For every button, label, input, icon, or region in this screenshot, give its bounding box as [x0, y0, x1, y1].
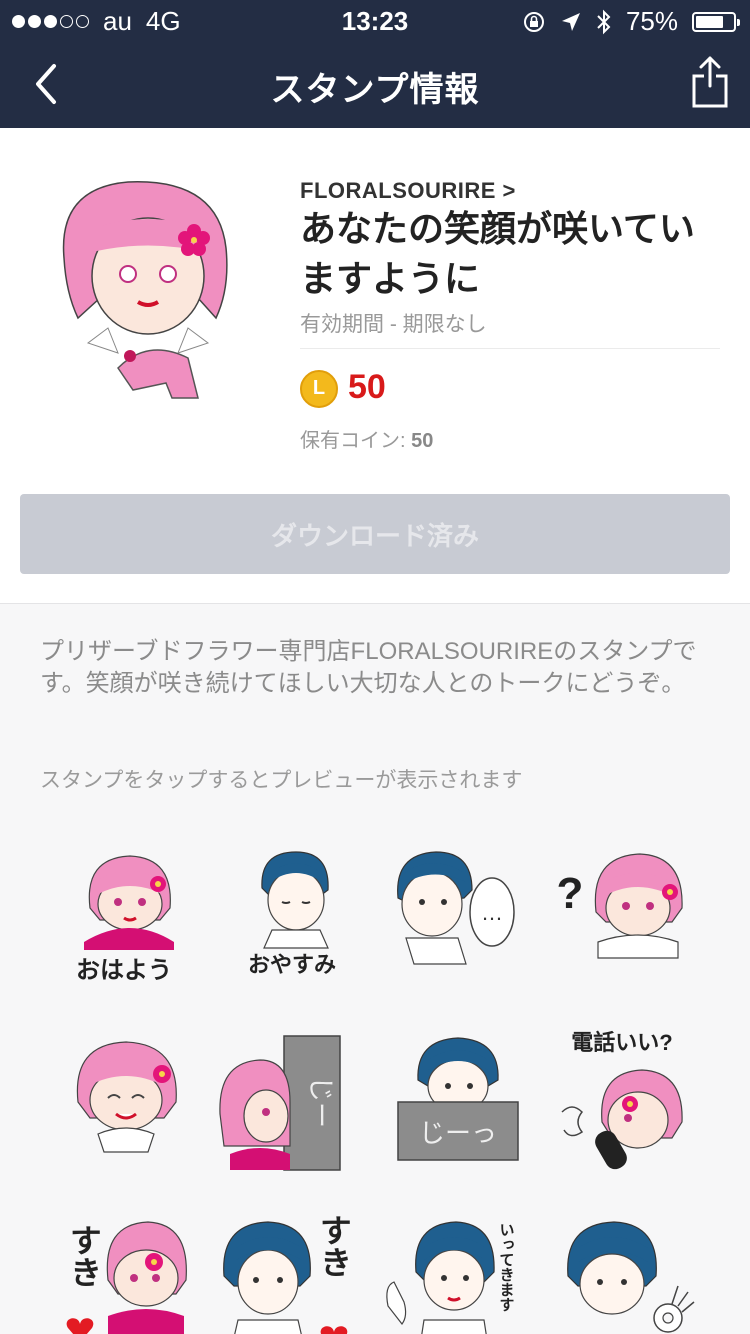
navigation-bar: スタンプ情報 — [0, 40, 750, 128]
sticker-caption: おやすみ — [248, 952, 336, 977]
owned-coins: 保有コイン: 50 — [300, 424, 433, 453]
main-sticker-image — [62, 181, 228, 399]
sticker-pack-title: あなたの笑顔が咲いていますように — [300, 208, 695, 299]
bluetooth-icon — [597, 9, 611, 34]
sticker-caption: すき — [316, 1214, 352, 1278]
sticker-caption: 電話いい? — [571, 1030, 672, 1055]
sticker-info-card: FLORALSOURIRE > あなたの笑顔が咲いていますように 有効期間 - … — [0, 128, 750, 604]
sticker-caption: いってきます — [498, 1222, 515, 1312]
price: 50 — [348, 368, 386, 406]
preview-hint: スタンプをタップするとプレビューが表示されます — [40, 769, 523, 792]
sticker-item[interactable]: 電話いい? — [542, 1022, 702, 1182]
owned-coins-label: 保有コイン: — [300, 430, 412, 452]
sticker-caption: ? — [557, 869, 584, 918]
sticker-item[interactable] — [542, 1206, 702, 1334]
sticker-caption: すき — [66, 1224, 102, 1288]
pack-description: プリザーブドフラワー専門店FLORALSOURIREのスタンプです。笑顔が咲き続… — [40, 638, 697, 697]
battery-percent: 75% — [625, 6, 678, 36]
sticker-item[interactable]: いってきます — [376, 1206, 536, 1334]
sticker-caption: じーっ — [419, 1118, 497, 1148]
sticker-item[interactable]: じー — [210, 1022, 370, 1182]
creator-link[interactable]: FLORALSOURIRE > — [300, 178, 516, 204]
sticker-item[interactable]: … — [376, 838, 536, 998]
sticker-caption: おはよう — [76, 957, 172, 984]
status-bar: au 4G 13:23 75% — [0, 0, 750, 40]
owned-coins-value: 50 — [411, 430, 434, 452]
rotation-lock-icon — [523, 11, 544, 32]
sticker-item[interactable]: おはよう — [44, 838, 204, 998]
sticker-item[interactable]: じーっ — [376, 1022, 536, 1182]
sticker-item[interactable] — [44, 1022, 204, 1182]
page-title: スタンプ情報 — [270, 71, 480, 109]
sticker-item[interactable]: ? — [542, 838, 702, 998]
divider — [300, 348, 720, 349]
sticker-grid: おはよう おやすみ … ? じー じーっ 電話いい? すき すき いってきます — [44, 838, 724, 1334]
location-icon — [561, 12, 580, 31]
validity-text: 有効期間 - 期限なし — [300, 313, 487, 336]
sticker-item[interactable]: すき — [210, 1206, 370, 1334]
sticker-caption: じー — [306, 1076, 336, 1128]
share-icon[interactable] — [690, 54, 730, 110]
sticker-caption: … — [481, 900, 503, 925]
line-coin-icon: L — [300, 370, 338, 408]
top-bar: au 4G 13:23 75% スタンプ情報 — [0, 0, 750, 128]
sticker-item[interactable]: すき — [44, 1206, 204, 1334]
downloaded-button[interactable]: ダウンロード済み — [20, 494, 730, 574]
sticker-item[interactable]: おやすみ — [210, 838, 370, 998]
battery-icon — [692, 11, 740, 32]
